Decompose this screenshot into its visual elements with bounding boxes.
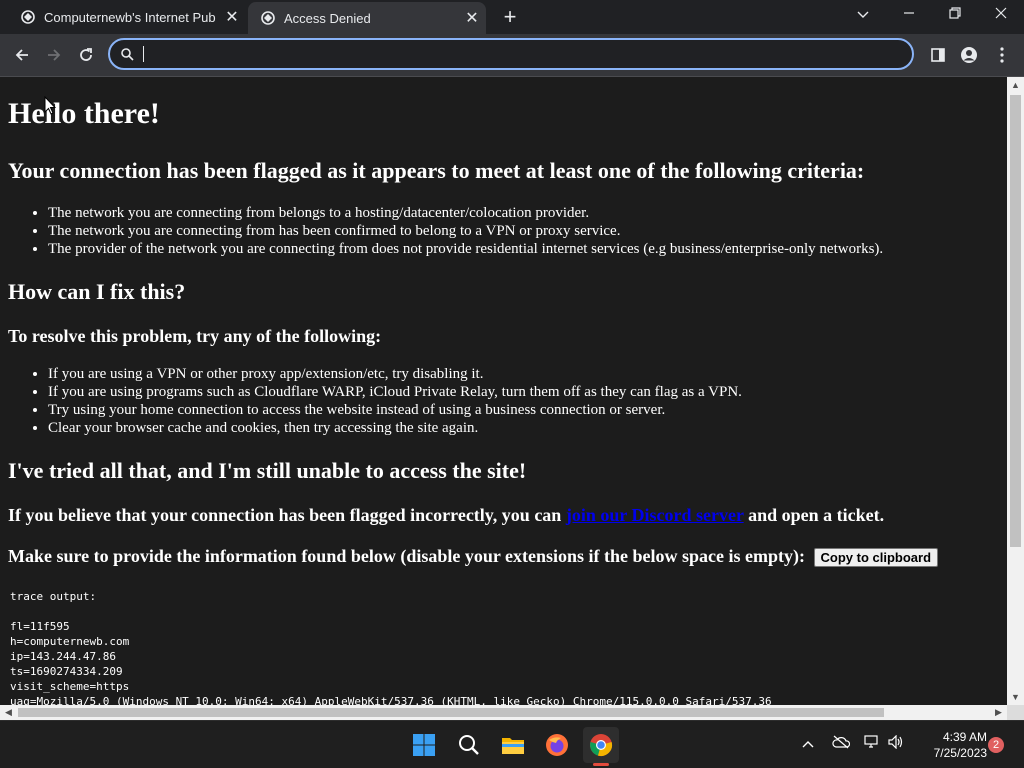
volume-icon[interactable]: [888, 734, 904, 752]
network-icon[interactable]: [864, 735, 880, 752]
resolve-heading: To resolve this problem, try any of the …: [8, 326, 382, 346]
tab-internet-pub[interactable]: Computernewb's Internet Pub H ✕: [8, 0, 246, 34]
discord-link[interactable]: join our Discord server: [566, 505, 744, 525]
trace-line: ip=143.244.47.86: [10, 650, 116, 663]
profile-icon[interactable]: [955, 41, 983, 69]
list-item: The network you are connecting from has …: [48, 222, 883, 240]
horizontal-scrollbar[interactable]: ◀ ▶: [0, 705, 1007, 720]
search-icon: [120, 47, 134, 66]
side-panel-icon[interactable]: [924, 41, 952, 69]
new-tab-icon[interactable]: +: [498, 4, 522, 30]
show-hidden-icons-chevron-icon[interactable]: [802, 735, 814, 751]
list-item: The network you are connecting from belo…: [48, 204, 883, 222]
windows-start-icon[interactable]: [406, 727, 442, 763]
provide-info-text: Make sure to provide the information fou…: [8, 546, 939, 568]
criteria-list: The network you are connecting from belo…: [8, 204, 883, 258]
address-input[interactable]: [148, 43, 892, 67]
scroll-right-arrow-icon[interactable]: ▶: [990, 705, 1007, 720]
tab-title: Access Denied: [284, 10, 371, 26]
notification-badge[interactable]: 2: [988, 737, 1004, 753]
incorrect-flag-text: If you believe that your connection has …: [8, 505, 884, 526]
forward-icon[interactable]: [40, 41, 68, 69]
tab-title: Computernewb's Internet Pub H: [44, 9, 218, 25]
search-icon[interactable]: [451, 727, 487, 763]
tab-close-icon[interactable]: ✕: [458, 8, 486, 28]
scroll-up-arrow-icon[interactable]: ▲: [1007, 77, 1024, 93]
trace-line: visit_scheme=https: [10, 680, 130, 693]
scrollbar-corner: [1007, 705, 1024, 720]
incorrect-prefix: If you believe that your connection has …: [8, 505, 566, 525]
firefox-icon[interactable]: [539, 727, 575, 763]
menu-dots-icon[interactable]: [988, 41, 1016, 69]
onedrive-offline-icon[interactable]: [832, 735, 851, 752]
list-item: The provider of the network you are conn…: [48, 240, 883, 258]
list-item: Clear your browser cache and cookies, th…: [48, 419, 742, 437]
provide-info-label: Make sure to provide the information fou…: [8, 546, 806, 566]
scroll-down-arrow-icon[interactable]: ▼: [1007, 689, 1024, 705]
site-favicon-icon: [260, 10, 276, 26]
text-caret: [143, 46, 144, 62]
fix-heading: How can I fix this?: [8, 279, 186, 304]
scroll-thumb[interactable]: [1010, 95, 1021, 547]
chrome-icon[interactable]: [583, 727, 619, 763]
clock-time: 4:39 AM: [942, 730, 987, 744]
scroll-left-arrow-icon[interactable]: ◀: [0, 705, 17, 720]
page-title: Hello there!: [8, 97, 160, 130]
windows-taskbar: 4:39 AM 7/25/2023 2: [0, 720, 1024, 768]
file-explorer-icon[interactable]: [495, 727, 531, 763]
vertical-scrollbar[interactable]: ▲ ▼: [1007, 77, 1024, 705]
list-item: If you are using programs such as Cloudf…: [48, 383, 742, 401]
minimize-icon[interactable]: [886, 0, 932, 32]
site-favicon-icon: [20, 9, 36, 25]
address-bar[interactable]: [108, 38, 914, 70]
back-icon[interactable]: [8, 41, 36, 69]
trace-line: fl=11f595: [10, 620, 70, 633]
scroll-thumb[interactable]: [18, 708, 884, 717]
trace-line: ts=1690274334.209: [10, 665, 123, 678]
fixes-list: If you are using a VPN or other proxy ap…: [8, 365, 742, 437]
tab-search-chevron-icon[interactable]: [840, 0, 886, 32]
tried-heading: I've tried all that, and I'm still unabl…: [8, 458, 527, 483]
reload-icon[interactable]: [72, 41, 100, 69]
active-app-indicator: [593, 763, 609, 766]
page-content: Hello there! Your connection has been fl…: [0, 77, 1007, 705]
browser-toolbar: [0, 34, 1024, 77]
trace-line: uag=Mozilla/5.0 (Windows NT 10.0; Win64;…: [10, 695, 772, 705]
list-item: Try using your home connection to access…: [48, 401, 742, 419]
mouse-cursor-icon: [44, 95, 57, 121]
restore-icon[interactable]: [932, 0, 978, 32]
incorrect-suffix: and open a ticket.: [743, 505, 885, 525]
list-item: If you are using a VPN or other proxy ap…: [48, 365, 742, 383]
tab-close-icon[interactable]: ✕: [218, 7, 246, 27]
tab-access-denied[interactable]: Access Denied ✕: [248, 2, 486, 34]
trace-line: h=computernewb.com: [10, 635, 130, 648]
taskbar-clock[interactable]: 4:39 AM 7/25/2023: [915, 729, 987, 761]
close-window-icon[interactable]: [978, 0, 1024, 32]
clock-date: 7/25/2023: [933, 746, 987, 760]
trace-line: trace output:: [10, 590, 97, 603]
browser-titlebar: Computernewb's Internet Pub H ✕ Access D…: [0, 0, 1024, 34]
flagged-heading: Your connection has been flagged as it a…: [8, 158, 865, 183]
trace-output: trace output: fl=11f595 h=computernewb.c…: [10, 589, 772, 705]
copy-to-clipboard-button[interactable]: Copy to clipboard: [813, 548, 939, 568]
